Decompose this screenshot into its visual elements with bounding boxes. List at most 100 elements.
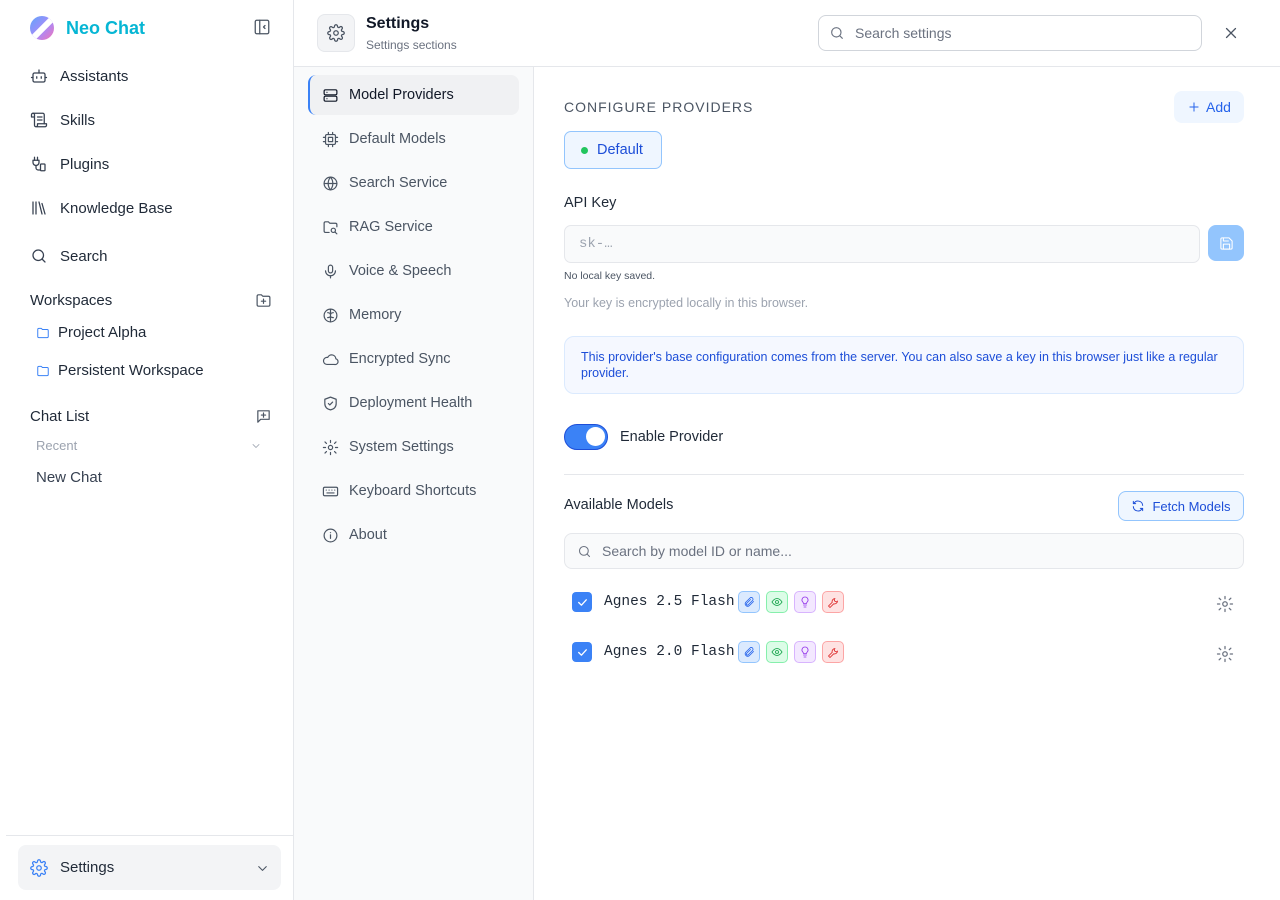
settings-nav-label: RAG Service (349, 219, 433, 235)
cloud-icon (322, 351, 339, 368)
fetch-models-label: Fetch Models (1152, 498, 1231, 514)
model-row: Agnes 2.5 Flash (564, 587, 1244, 617)
settings-nav-memory[interactable]: Memory (308, 295, 519, 335)
lightbulb-icon (794, 641, 816, 663)
divider (564, 474, 1244, 475)
search-icon (577, 544, 592, 559)
scroll-icon (30, 111, 48, 129)
brand[interactable]: Neo Chat (30, 16, 145, 40)
chevron-down-icon (255, 861, 269, 875)
eye-icon (766, 641, 788, 663)
gear-icon (322, 439, 339, 456)
recent-group-toggle[interactable]: Recent (36, 438, 262, 453)
add-provider-button[interactable]: Add (1174, 91, 1244, 123)
nav-item-assistants[interactable]: Assistants (18, 54, 276, 98)
settings-nav-voice-speech[interactable]: Voice & Speech (308, 251, 519, 291)
nav-item-plugins[interactable]: Plugins (18, 142, 276, 186)
enable-provider-toggle[interactable] (564, 424, 608, 450)
provider-tab-label: Default (597, 142, 643, 158)
fetch-models-button[interactable]: Fetch Models (1118, 491, 1244, 521)
settings-nav-system-settings[interactable]: System Settings (308, 427, 519, 467)
page-subtitle: Settings sections (366, 38, 457, 52)
server-config-info: This provider's base configuration comes… (564, 336, 1244, 394)
chatlist-header: Chat List (30, 408, 272, 425)
wrench-icon (822, 641, 844, 663)
nav-item-label: Plugins (60, 155, 110, 173)
settings-nav-label: Deployment Health (349, 395, 473, 411)
main-nav: Assistants Skills Plugins Knowledge Base… (18, 54, 276, 278)
nav-item-label: Knowledge Base (60, 199, 173, 217)
new-folder-icon[interactable] (255, 292, 272, 309)
workspace-label: Project Alpha (58, 324, 147, 341)
search-icon (829, 25, 845, 41)
chevron-down-icon (250, 440, 262, 452)
brain-icon (322, 307, 339, 324)
settings-nav-label: Search Service (349, 175, 448, 191)
wrench-icon (822, 591, 844, 613)
recent-label: Recent (36, 438, 78, 453)
mic-icon (322, 263, 339, 280)
paperclip-icon (738, 591, 760, 613)
settings-nav-model-providers[interactable]: Model Providers (308, 75, 519, 115)
settings-nav-rag-service[interactable]: RAG Service (308, 207, 519, 247)
new-chat-icon[interactable] (255, 408, 272, 425)
close-icon[interactable] (1222, 24, 1240, 42)
model-name: Agnes 2.5 Flash (604, 594, 735, 610)
chatlist-label: Chat List (30, 408, 90, 425)
nav-item-knowledge-base[interactable]: Knowledge Base (18, 186, 276, 230)
eye-icon (766, 591, 788, 613)
add-label: Add (1206, 99, 1231, 115)
workspaces-header: Workspaces (30, 292, 272, 309)
model-settings-gear-icon[interactable] (1216, 645, 1234, 662)
nav-item-search[interactable]: Search (18, 234, 276, 278)
settings-nav-label: Voice & Speech (349, 263, 452, 279)
api-key-input[interactable] (564, 225, 1200, 263)
settings-nav-encrypted-sync[interactable]: Encrypted Sync (308, 339, 519, 379)
settings-button[interactable]: Settings (18, 845, 281, 890)
settings-nav-label: Default Models (349, 131, 446, 147)
save-key-button[interactable] (1208, 225, 1244, 261)
workspaces-label: Workspaces (30, 292, 113, 309)
settings-nav-label: System Settings (349, 439, 454, 455)
settings-nav-deployment-health[interactable]: Deployment Health (308, 383, 519, 423)
model-search (564, 533, 1244, 569)
collapse-sidebar-icon[interactable] (253, 18, 273, 38)
paperclip-icon (738, 641, 760, 663)
settings-nav-label: Model Providers (349, 87, 454, 103)
provider-tab-default[interactable]: Default (564, 131, 662, 169)
nav-item-label: Assistants (60, 67, 129, 85)
refresh-icon (1131, 499, 1145, 513)
workspace-item-project-alpha[interactable]: Project Alpha (36, 324, 146, 341)
enable-provider-label: Enable Provider (620, 429, 724, 445)
settings-nav-about[interactable]: About (308, 515, 519, 555)
model-search-input[interactable] (602, 543, 1231, 559)
settings-nav-search-service[interactable]: Search Service (308, 163, 519, 203)
chat-item-new-chat[interactable]: New Chat (36, 469, 102, 486)
settings-search-input[interactable] (855, 25, 1191, 41)
search-icon (30, 247, 48, 265)
model-row: Agnes 2.0 Flash (564, 637, 1244, 667)
settings-nav: Model Providers Default Models Search Se… (294, 67, 534, 900)
workspace-item-persistent-workspace[interactable]: Persistent Workspace (36, 362, 204, 379)
provider-config-panel: CONFIGURE PROVIDERS Add Default API Key … (534, 67, 1280, 900)
settings-nav-default-models[interactable]: Default Models (308, 119, 519, 159)
settings-nav-keyboard-shortcuts[interactable]: Keyboard Shortcuts (308, 471, 519, 511)
available-models-heading: Available Models (564, 497, 674, 513)
folder-search-icon (322, 219, 339, 236)
neo-chat-logo-icon (30, 16, 54, 40)
info-icon (322, 527, 339, 544)
shield-check-icon (322, 395, 339, 412)
plus-icon (1187, 100, 1201, 114)
model-checkbox[interactable] (572, 592, 592, 612)
bot-icon (30, 67, 48, 85)
model-settings-gear-icon[interactable] (1216, 595, 1234, 612)
sidebar-divider (6, 835, 294, 836)
model-checkbox[interactable] (572, 642, 592, 662)
plug-icon (30, 155, 48, 173)
nav-item-label: Skills (60, 111, 96, 129)
configure-providers-heading: CONFIGURE PROVIDERS (564, 99, 754, 115)
no-key-note: No local key saved. (564, 270, 656, 282)
nav-item-skills[interactable]: Skills (18, 98, 276, 142)
workspace-label: Persistent Workspace (58, 362, 204, 379)
page-title: Settings (366, 15, 430, 32)
